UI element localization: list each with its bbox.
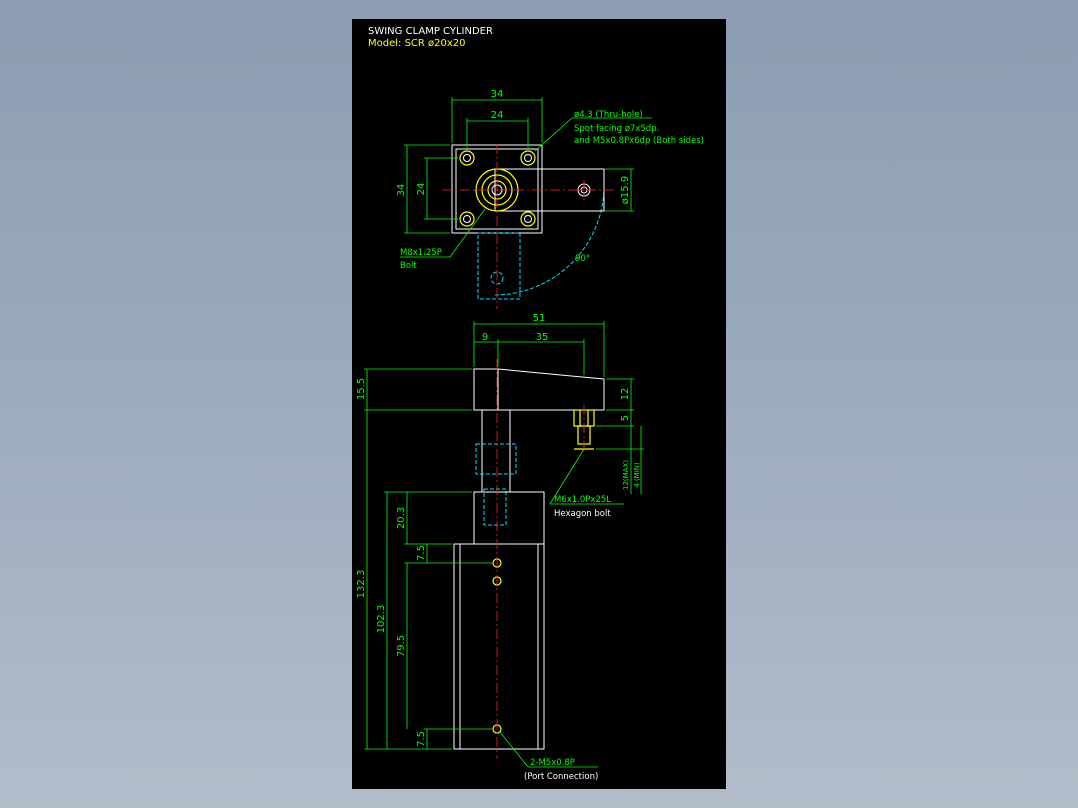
dim-15-5: 15.5: [356, 378, 367, 400]
corner-hole-br: [520, 211, 536, 227]
drawing-sheet: SWING CLAMP CYLINDER Model: SCR ø20x20 3…: [352, 19, 726, 789]
top-view: 34 24 34 24 ø15.9 90° ø4.3 (Thru-hole) S…: [396, 89, 704, 309]
callout-bolt-label: Bolt: [400, 261, 417, 271]
hidden-piston: [483, 488, 507, 526]
dim-5: 5: [620, 415, 631, 421]
angle-label: 90°: [575, 254, 590, 264]
dim-12-max: 12(MAX): [622, 460, 630, 490]
cad-drawing: SWING CLAMP CYLINDER Model: SCR ø20x20 3…: [356, 26, 704, 782]
side-view: 51 9 35 15.5 12 5 12(MAX) 4 (MIN) M6x1.0…: [356, 313, 644, 782]
piston-rod: [481, 409, 511, 493]
dim-7-5-bottom: 7.5: [416, 731, 427, 747]
corner-hole-tl: [459, 150, 475, 166]
callout-bolt-size: M8x1.25P: [400, 248, 442, 258]
dim-24-side: 24: [416, 183, 427, 196]
callout-tapped-hole: and M5x0.8Px6dp (Both sides): [574, 136, 704, 146]
hidden-swung-arm: [477, 232, 521, 300]
dim-34-top: 34: [491, 89, 504, 100]
callout-port-size: 2-M5x0.8P: [530, 758, 575, 768]
callout-port-label: (Port Connection): [524, 772, 598, 782]
dim-phi-15-9: ø15.9: [620, 176, 631, 204]
title-line-2: Model: SCR ø20x20: [368, 38, 466, 49]
dim-79-5: 79.5: [396, 635, 407, 657]
dim-34-side: 34: [396, 184, 407, 197]
callout-spot-facing: Spot facing ø7x5dp.: [574, 124, 659, 134]
dim-7-5-top: 7.5: [416, 545, 427, 561]
side-clamp-arm: [473, 368, 605, 411]
callout-hex-bolt-label: Hexagon bolt: [554, 509, 611, 519]
dim-132-3: 132.3: [356, 570, 367, 599]
callout-thru-hole: ø4.3 (Thru-hole): [574, 110, 643, 120]
dim-4-min: 4 (MIN): [633, 462, 641, 488]
dim-24-top: 24: [491, 110, 504, 121]
title-line-1: SWING CLAMP CYLINDER: [368, 26, 493, 37]
callout-hex-bolt-size: M6x1.0Px25L: [554, 495, 611, 505]
dim-9: 9: [482, 332, 488, 343]
dim-12: 12: [620, 388, 631, 401]
corner-hole-bl: [459, 211, 475, 227]
dim-20-3: 20.3: [396, 507, 407, 529]
dim-35: 35: [536, 332, 549, 343]
dim-102-3: 102.3: [376, 605, 387, 634]
swing-arc: [494, 190, 605, 296]
dim-51: 51: [533, 313, 546, 324]
corner-hole-tr: [520, 150, 536, 166]
cylinder-tube: [453, 543, 545, 750]
